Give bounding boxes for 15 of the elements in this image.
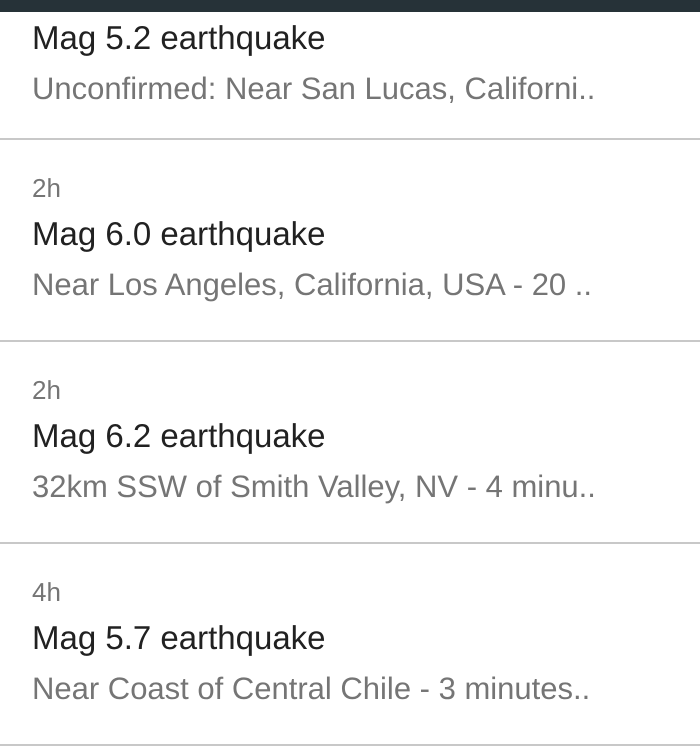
alert-title: Mag 5.2 earthquake [32,18,326,58]
alert-list-item[interactable]: Mag 5.2 earthquake Unconfirmed: Near San Lucas, Californi.. [0,12,700,140]
alert-title: Mag 6.0 earthquake [32,214,326,254]
alert-list-item[interactable]: 4h Mag 5.7 earthquake Near Coast of Central Chile - 3 minutes.. [0,544,700,746]
alert-list-item[interactable]: 2h Mag 6.2 earthquake 32km SSW of Smith Valley, NV - 4 minu.. [0,342,700,544]
alert-description: 32km SSW of Smith Valley, NV - 4 minu.. [32,468,596,506]
alert-title: Mag 6.2 earthquake [32,416,326,456]
alert-description: Near Coast of Central Chile - 3 minutes.. [32,670,590,708]
alert-title: Mag 5.7 earthquake [32,618,326,658]
alert-time: 2h [32,374,61,407]
alert-time: 4h [32,576,61,609]
alert-description: Near Los Angeles, California, USA - 20 .. [32,266,592,304]
alert-time: 2h [32,172,61,205]
alert-list-item[interactable]: 2h Mag 6.0 earthquake Near Los Angeles, California, USA - 20 .. [0,140,700,342]
alert-description: Unconfirmed: Near San Lucas, Californi.. [32,70,596,108]
